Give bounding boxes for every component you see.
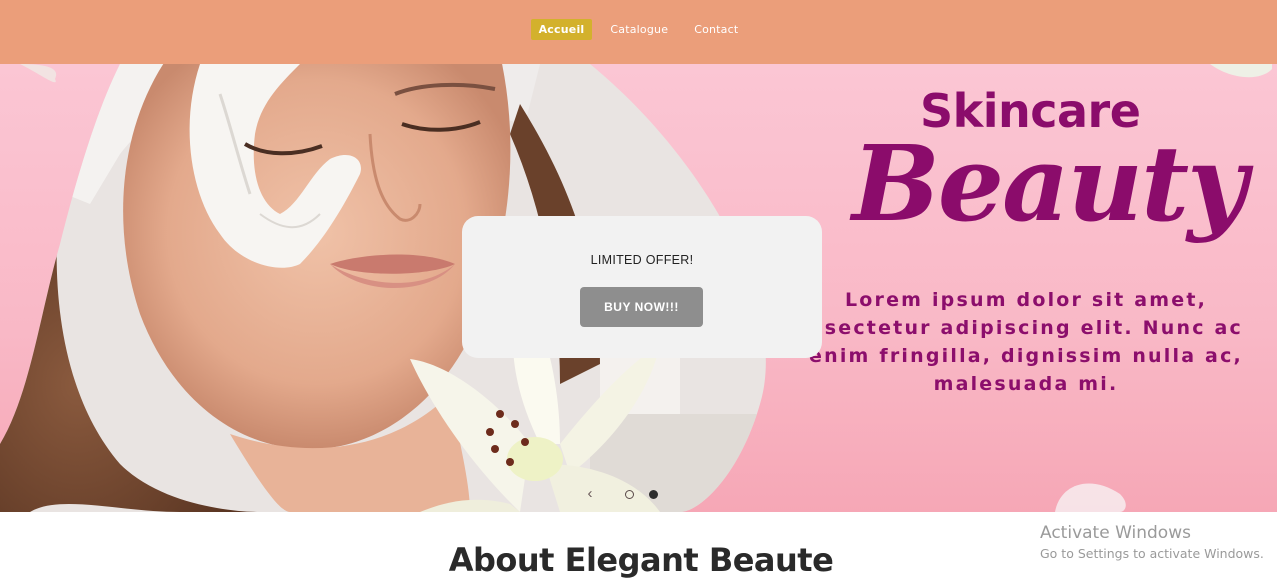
watermark-title: Activate Windows (1040, 523, 1191, 543)
buy-now-button[interactable]: BUY NOW!!! (580, 287, 703, 327)
carousel-dot-1[interactable] (625, 490, 634, 499)
hero-desc-line: malesuada mi. (933, 373, 1119, 395)
watermark-subtitle: Go to Settings to activate Windows. (1040, 546, 1264, 561)
main-nav: Accueil Catalogue Contact (530, 18, 747, 40)
offer-card: LIMITED OFFER! BUY NOW!!! (462, 216, 822, 358)
offer-text: LIMITED OFFER! (590, 253, 694, 267)
chevron-left-icon[interactable]: ‹ (582, 485, 598, 503)
hero-description: Lorem ipsum dolor sit amet, nsectetur ad… (800, 286, 1252, 398)
carousel-dot-2[interactable] (649, 490, 658, 499)
top-navbar: Accueil Catalogue Contact (0, 0, 1277, 64)
hero-desc-line: nsectetur adipiscing elit. Nunc ac (809, 317, 1243, 339)
nav-link-catalogue[interactable]: Catalogue (602, 19, 676, 40)
nav-link-accueil[interactable]: Accueil (530, 18, 593, 40)
hero-desc-line: enim fringilla, dignissim nulla ac, (809, 345, 1243, 367)
hero-desc-line: Lorem ipsum dolor sit amet, (844, 289, 1208, 311)
nav-link-contact[interactable]: Contact (686, 19, 746, 40)
activate-windows-watermark: Activate Windows Go to Settings to activ… (1040, 523, 1264, 561)
hero-title-beauty: Beauty (852, 122, 1248, 245)
